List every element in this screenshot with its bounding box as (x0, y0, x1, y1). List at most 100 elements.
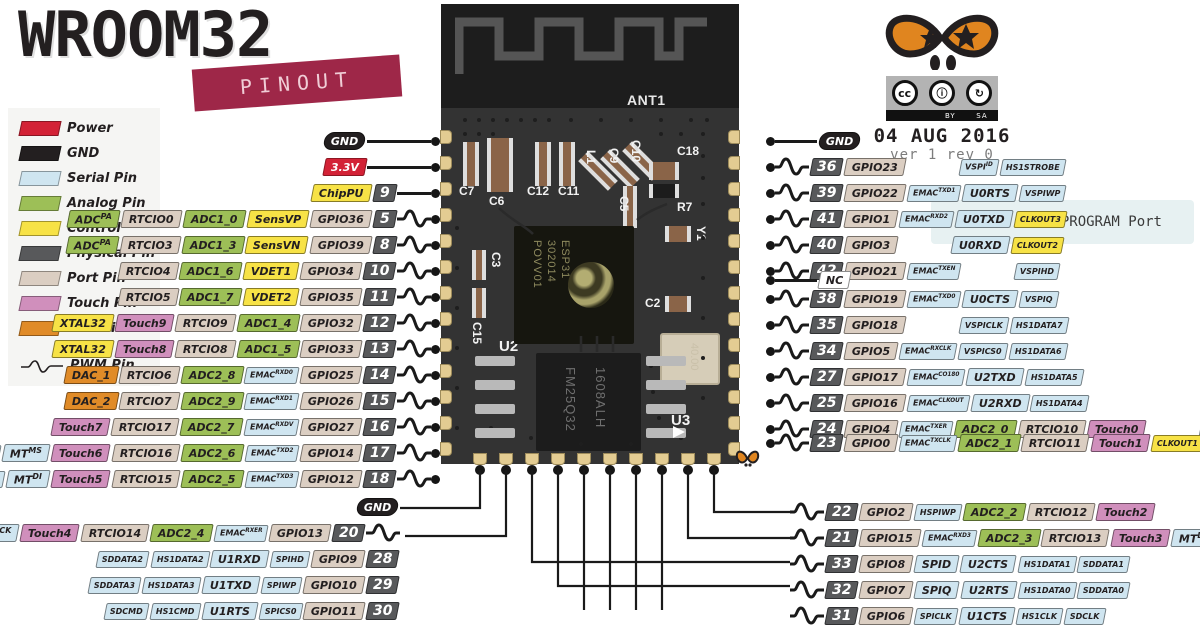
pin-tag-emac-txd3[interactable]: EMACTXD3 (244, 470, 300, 488)
pin-tag-gpio19[interactable]: GPIO19 (843, 290, 907, 308)
pin-tag-xtal32[interactable]: XTAL32 (50, 340, 115, 358)
pin-tag-rtcio16[interactable]: RTCIO16 (111, 444, 181, 462)
pin-tag-gpio13[interactable]: GPIO13 (268, 524, 332, 542)
physical-pin-18[interactable]: 18 (362, 470, 398, 488)
pin-tag-gpio14[interactable]: GPIO14 (299, 444, 363, 462)
pin-tag-emac-rxd2[interactable]: EMACRXD2 (898, 210, 955, 228)
pin-tag-touch1[interactable]: Touch1 (1090, 434, 1152, 452)
pin-tag-gpio1[interactable]: GPIO1 (843, 210, 899, 228)
pin-tag-adc2-6[interactable]: ADC2_6 (180, 444, 245, 462)
pin-tag-sensvp[interactable]: SensVP (245, 210, 310, 228)
physical-pin-31[interactable]: 31 (823, 607, 859, 625)
pin-tag-vspi-id[interactable]: VSPIID (958, 158, 1000, 176)
pin-tag-adc1-0[interactable]: ADC1_0 (182, 210, 247, 228)
pin-tag-adc2-2[interactable]: ADC2_2 (962, 503, 1027, 521)
pin-tag-sddata2[interactable]: SDDATA2 (95, 550, 151, 568)
physical-pin-40[interactable]: 40 (808, 236, 844, 254)
pin-tag-gpio16[interactable]: GPIO16 (843, 394, 907, 412)
pin-tag-gpio26[interactable]: GPIO26 (299, 392, 363, 410)
pin-tag-gpio11[interactable]: GPIO11 (302, 602, 366, 620)
pin-tag-adc2-9[interactable]: ADC2_9 (180, 392, 245, 410)
pin-tag-spiclk[interactable]: SPICLK (913, 607, 959, 625)
pin-tag-clkout3[interactable]: CLKOUT3 (1013, 210, 1068, 228)
pin-tag-sddata3[interactable]: SDDATA3 (87, 576, 143, 594)
pin-tag-gpio3[interactable]: GPIO3 (843, 236, 899, 254)
physical-pin-8[interactable]: 8 (372, 236, 398, 254)
pin-tag-vspiclk[interactable]: VSPICLK (958, 316, 1010, 334)
physical-pin-13[interactable]: 13 (362, 340, 398, 358)
pin-tag-gpio21[interactable]: GPIO21 (843, 262, 907, 280)
pin-tag-u1txd[interactable]: U1TXD (201, 576, 261, 594)
pin-tag-hs1cmd[interactable]: HS1CMD (149, 602, 202, 620)
pin-tag-mt-ck[interactable]: MTCK (0, 524, 21, 542)
physical-pin-17[interactable]: 17 (362, 444, 398, 462)
pin-tag-rtcio0[interactable]: RTCIO0 (120, 210, 183, 228)
pin-tag-adc2-3[interactable]: ADC2_3 (976, 529, 1041, 547)
pin-tag-hs1data7[interactable]: HS1DATA7 (1009, 316, 1070, 334)
pin-tag-emac-txclk[interactable]: EMACTXCLK (898, 434, 958, 452)
pin-tag-gpio33[interactable]: GPIO33 (299, 340, 363, 358)
pin-tag-emac-txd1[interactable]: EMACTXD1 (906, 184, 962, 202)
pin-tag-gpio23[interactable]: GPIO23 (843, 158, 907, 176)
physical-pin-33[interactable]: 33 (823, 555, 859, 573)
physical-pin-28[interactable]: 28 (365, 550, 401, 568)
pin-tag-rtcio9[interactable]: RTCIO9 (174, 314, 237, 332)
pin-tag-adc-pa[interactable]: ADCPA (66, 210, 122, 228)
pin-tag-rtcio14[interactable]: RTCIO14 (80, 524, 150, 542)
pin-tag-hs1data0[interactable]: HS1DATA0 (1016, 581, 1077, 599)
physical-pin-30[interactable]: 30 (365, 602, 401, 620)
pin-tag-gnd[interactable]: GND (355, 498, 401, 516)
pin-tag-spiwp[interactable]: SPIWP (260, 576, 303, 594)
pin-tag-touch9[interactable]: Touch9 (113, 314, 175, 332)
pin-tag-hs1data2[interactable]: HS1DATA2 (149, 550, 210, 568)
pin-tag-emac-rxd3[interactable]: EMACRXD3 (921, 529, 978, 547)
pin-tag-gpio17[interactable]: GPIO17 (843, 368, 907, 386)
pin-tag-touch8[interactable]: Touch8 (113, 340, 175, 358)
pin-tag-spihd[interactable]: SPIHD (269, 550, 311, 568)
pin-tag-gpio7[interactable]: GPIO7 (858, 581, 914, 599)
pin-tag-u1rts[interactable]: U1RTS (200, 602, 259, 620)
physical-pin-23[interactable]: 23 (808, 434, 844, 452)
pin-tag-adc1-3[interactable]: ADC1_3 (181, 236, 246, 254)
pin-tag-gpio25[interactable]: GPIO25 (299, 366, 363, 384)
pin-tag-hs1data6[interactable]: HS1DATA6 (1008, 342, 1069, 360)
pin-tag-emac-txen[interactable]: EMACTXEN (906, 262, 962, 280)
physical-pin-5[interactable]: 5 (372, 210, 398, 228)
pin-tag-rtcio7[interactable]: RTCIO7 (118, 392, 181, 410)
physical-pin-12[interactable]: 12 (362, 314, 398, 332)
pin-tag-u0txd[interactable]: U0TXD (954, 210, 1014, 228)
pin-tag-mt-di[interactable]: MTDI (5, 470, 52, 488)
pin-tag-adc1-5[interactable]: ADC1_5 (235, 340, 300, 358)
physical-pin-36[interactable]: 36 (808, 158, 844, 176)
pin-tag-rtcio4[interactable]: RTCIO4 (116, 262, 180, 280)
pin-tag-gpio10[interactable]: GPIO10 (302, 576, 366, 594)
pin-tag-rtcio6[interactable]: RTCIO6 (118, 366, 181, 384)
pin-tag-sdcmd[interactable]: SDCMD (103, 602, 150, 620)
pin-tag-sddata0[interactable]: SDDATA0 (1076, 581, 1132, 599)
pin-tag-hs1data5[interactable]: HS1DATA5 (1024, 368, 1085, 386)
pin-tag-nc[interactable]: NC (816, 271, 852, 289)
pin-tag-emac-rxer[interactable]: EMACRXER (213, 524, 269, 542)
physical-pin-16[interactable]: 16 (362, 418, 398, 436)
pin-tag-xtal32[interactable]: XTAL32 (50, 314, 115, 332)
pin-tag-gpio8[interactable]: GPIO8 (858, 555, 914, 573)
pin-tag-hs1clk[interactable]: HS1CLK (1015, 607, 1064, 625)
pin-tag-rtcio15[interactable]: RTCIO15 (111, 470, 181, 488)
pin-tag-gpio12[interactable]: GPIO12 (299, 470, 363, 488)
pin-tag-gpio6[interactable]: GPIO6 (858, 607, 914, 625)
pin-tag-gpio5[interactable]: GPIO5 (843, 342, 899, 360)
pin-tag-vspihd[interactable]: VSPIHD (1013, 262, 1061, 280)
physical-pin-35[interactable]: 35 (808, 316, 844, 334)
physical-pin-15[interactable]: 15 (362, 392, 398, 410)
pin-tag-u2txd[interactable]: U2TXD (965, 368, 1025, 386)
pin-tag-rtcio8[interactable]: RTCIO8 (174, 340, 237, 358)
pin-tag-mt-d0[interactable]: MTD0 (1170, 529, 1200, 547)
pin-tag-hspiwp[interactable]: HSPIWP (913, 503, 963, 521)
pin-tag-gpio27[interactable]: GPIO27 (299, 418, 363, 436)
pin-tag-rtcio11[interactable]: RTCIO11 (1020, 434, 1091, 452)
pin-tag-rtcio5[interactable]: RTCIO5 (116, 288, 180, 306)
physical-pin-25[interactable]: 25 (808, 394, 844, 412)
pin-tag-u0rts[interactable]: U0RTS (961, 184, 1019, 202)
pin-tag-dac-1[interactable]: DAC_1 (62, 366, 119, 384)
pin-tag-clkout1[interactable]: CLKOUT1 (1150, 434, 1200, 452)
